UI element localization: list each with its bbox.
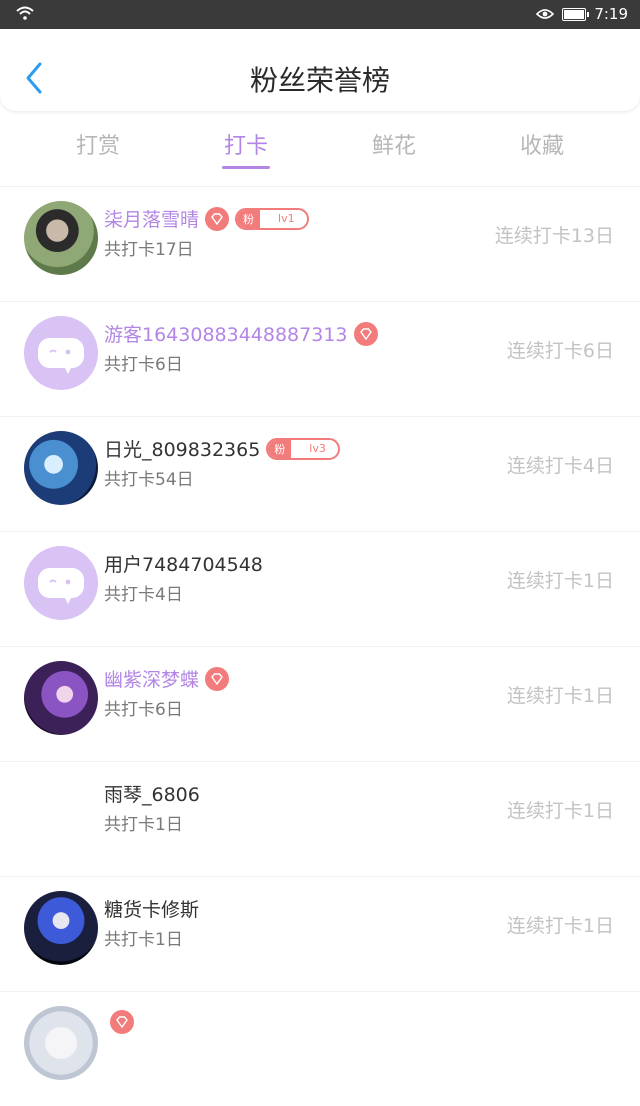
list-item[interactable]: 用户7484704548 共打卡4日 连续打卡1日 bbox=[0, 531, 640, 646]
user-name: 游客16430883448887313 bbox=[104, 324, 348, 346]
total-checkins: 共打卡4日 bbox=[104, 585, 183, 605]
diamond-icon bbox=[353, 321, 378, 346]
list-item[interactable]: 柒月落雪晴 粉 lv1 共打卡17日 连续打卡13日 bbox=[0, 186, 640, 301]
streak-text: 连续打卡6日 bbox=[506, 340, 614, 362]
list-item[interactable]: 游客16430883448887313 共打卡6日 连续打卡6日 bbox=[0, 301, 640, 416]
status-time: 7:19 bbox=[594, 5, 628, 23]
streak-text: 连续打卡1日 bbox=[506, 800, 614, 822]
wifi-icon bbox=[16, 6, 34, 20]
fan-level-badge: 粉 lv1 bbox=[235, 207, 309, 230]
total-checkins: 共打卡1日 bbox=[104, 815, 183, 835]
avatar[interactable] bbox=[24, 546, 98, 620]
avatar[interactable] bbox=[24, 661, 98, 735]
list-item[interactable]: 幽紫深梦蝶 共打卡6日 连续打卡1日 bbox=[0, 646, 640, 761]
tab-favorites[interactable]: 收藏 bbox=[468, 128, 616, 160]
tab-flowers[interactable]: 鲜花 bbox=[320, 128, 468, 160]
avatar[interactable] bbox=[24, 201, 98, 275]
user-name: 用户7484704548 bbox=[104, 554, 263, 576]
user-name: 幽紫深梦蝶 bbox=[104, 669, 200, 691]
level-label: lv1 bbox=[278, 212, 295, 225]
diamond-icon bbox=[205, 666, 230, 691]
diamond-icon bbox=[205, 206, 230, 231]
list-item[interactable]: 雨琴_6806 共打卡1日 连续打卡1日 bbox=[0, 761, 640, 876]
user-name-row: 用户7484704548 bbox=[104, 550, 263, 577]
total-checkins: 共打卡6日 bbox=[104, 355, 183, 375]
diamond-icon bbox=[110, 1010, 134, 1034]
total-checkins: 共打卡54日 bbox=[104, 470, 194, 490]
avatar[interactable] bbox=[24, 431, 98, 505]
status-bar: 7:19 bbox=[0, 0, 640, 29]
avatar[interactable] bbox=[24, 1006, 98, 1080]
user-name: 柒月落雪晴 bbox=[104, 209, 200, 231]
total-checkins: 共打卡17日 bbox=[104, 240, 194, 260]
chat-bubble-icon bbox=[38, 338, 84, 374]
total-checkins: 共打卡6日 bbox=[104, 700, 183, 720]
avatar[interactable] bbox=[24, 776, 98, 850]
user-name-row: 日光_809832365 粉 lv3 bbox=[104, 435, 340, 462]
fan-level-badge: 粉 lv3 bbox=[266, 437, 340, 460]
page-title: 粉丝荣誉榜 bbox=[249, 64, 390, 97]
streak-text: 连续打卡4日 bbox=[506, 455, 614, 477]
tab-bar: 打赏 打卡 鲜花 收藏 bbox=[0, 112, 640, 178]
fan-label: 粉 bbox=[237, 209, 261, 228]
avatar[interactable] bbox=[24, 891, 98, 965]
fan-label: 粉 bbox=[268, 439, 292, 458]
eye-icon bbox=[536, 9, 555, 19]
level-label: lv3 bbox=[309, 442, 326, 455]
battery-icon bbox=[562, 7, 590, 21]
list-item[interactable]: 日光_809832365 粉 lv3 共打卡54日 连续打卡4日 bbox=[0, 416, 640, 531]
list-item[interactable]: 糖货卡修斯 共打卡1日 连续打卡1日 bbox=[0, 876, 640, 991]
avatar[interactable] bbox=[24, 316, 98, 390]
total-checkins: 共打卡1日 bbox=[104, 930, 183, 950]
user-name: 日光_809832365 bbox=[104, 439, 261, 461]
tab-label: 鲜花 bbox=[371, 134, 416, 159]
list-item[interactable] bbox=[0, 991, 640, 1106]
user-name-row bbox=[104, 1010, 134, 1034]
header: 粉丝荣誉榜 bbox=[0, 29, 640, 111]
user-name: 雨琴_6806 bbox=[104, 784, 200, 806]
user-name: 糖货卡修斯 bbox=[104, 899, 200, 921]
user-name-row: 雨琴_6806 bbox=[104, 780, 200, 807]
tab-tip[interactable]: 打赏 bbox=[24, 128, 172, 160]
streak-text: 连续打卡1日 bbox=[506, 570, 614, 592]
streak-text: 连续打卡13日 bbox=[494, 225, 614, 247]
user-name-row: 柒月落雪晴 粉 lv1 bbox=[104, 205, 309, 232]
active-tab-indicator bbox=[222, 166, 270, 169]
tab-label: 收藏 bbox=[519, 134, 564, 159]
tab-label: 打卡 bbox=[223, 134, 268, 159]
tab-label: 打赏 bbox=[75, 134, 120, 159]
streak-text: 连续打卡1日 bbox=[506, 685, 614, 707]
user-name-row: 游客16430883448887313 bbox=[104, 320, 378, 347]
streak-text: 连续打卡1日 bbox=[506, 915, 614, 937]
status-right: 7:19 bbox=[536, 5, 628, 23]
user-name-row: 糖货卡修斯 bbox=[104, 895, 199, 922]
tab-checkin[interactable]: 打卡 bbox=[172, 128, 320, 169]
chat-bubble-icon bbox=[38, 568, 84, 604]
user-name-row: 幽紫深梦蝶 bbox=[104, 665, 230, 692]
